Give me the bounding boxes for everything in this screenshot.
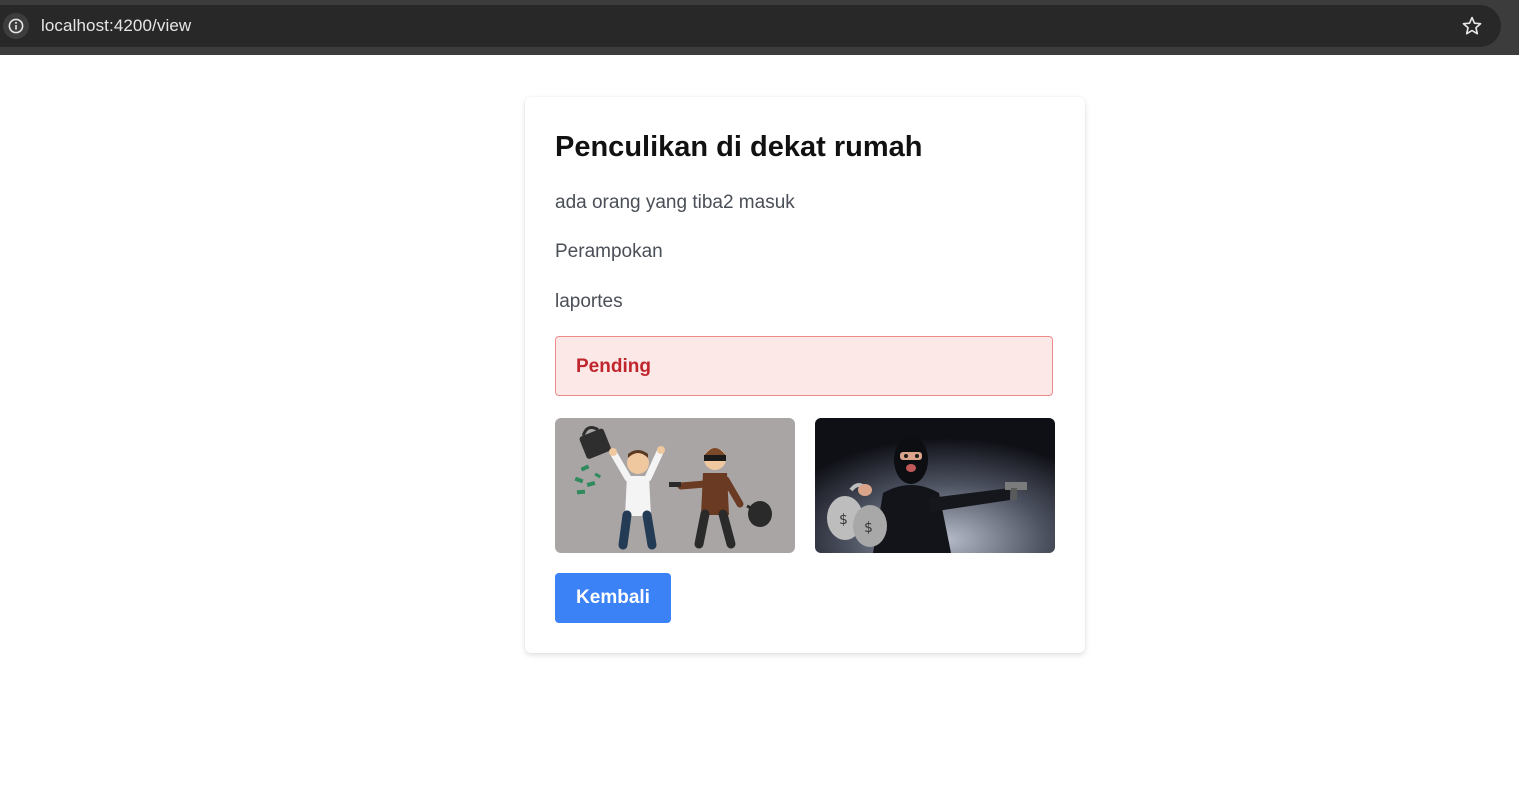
- url-text[interactable]: localhost:4200/view: [41, 5, 191, 47]
- svg-text:$: $: [864, 520, 873, 536]
- report-description: ada orang yang tiba2 masuk: [555, 192, 795, 213]
- back-button[interactable]: Kembali: [555, 573, 671, 623]
- info-icon[interactable]: [3, 13, 29, 39]
- status-text: Pending: [576, 356, 651, 377]
- report-title: Penculikan di dekat rumah: [555, 131, 923, 163]
- star-icon[interactable]: [1461, 15, 1483, 37]
- browser-toolbar: localhost:4200/view: [0, 0, 1519, 55]
- address-bar[interactable]: localhost:4200/view: [0, 5, 1501, 47]
- report-image-illustration: [555, 418, 795, 553]
- report-reporter: laportes: [555, 291, 623, 312]
- report-image-robber-photo: $ $: [815, 418, 1055, 553]
- report-card: Penculikan di dekat rumah ada orang yang…: [525, 97, 1085, 653]
- status-badge: Pending: [555, 336, 1053, 396]
- svg-text:$: $: [839, 512, 848, 528]
- report-category: Perampokan: [555, 241, 663, 262]
